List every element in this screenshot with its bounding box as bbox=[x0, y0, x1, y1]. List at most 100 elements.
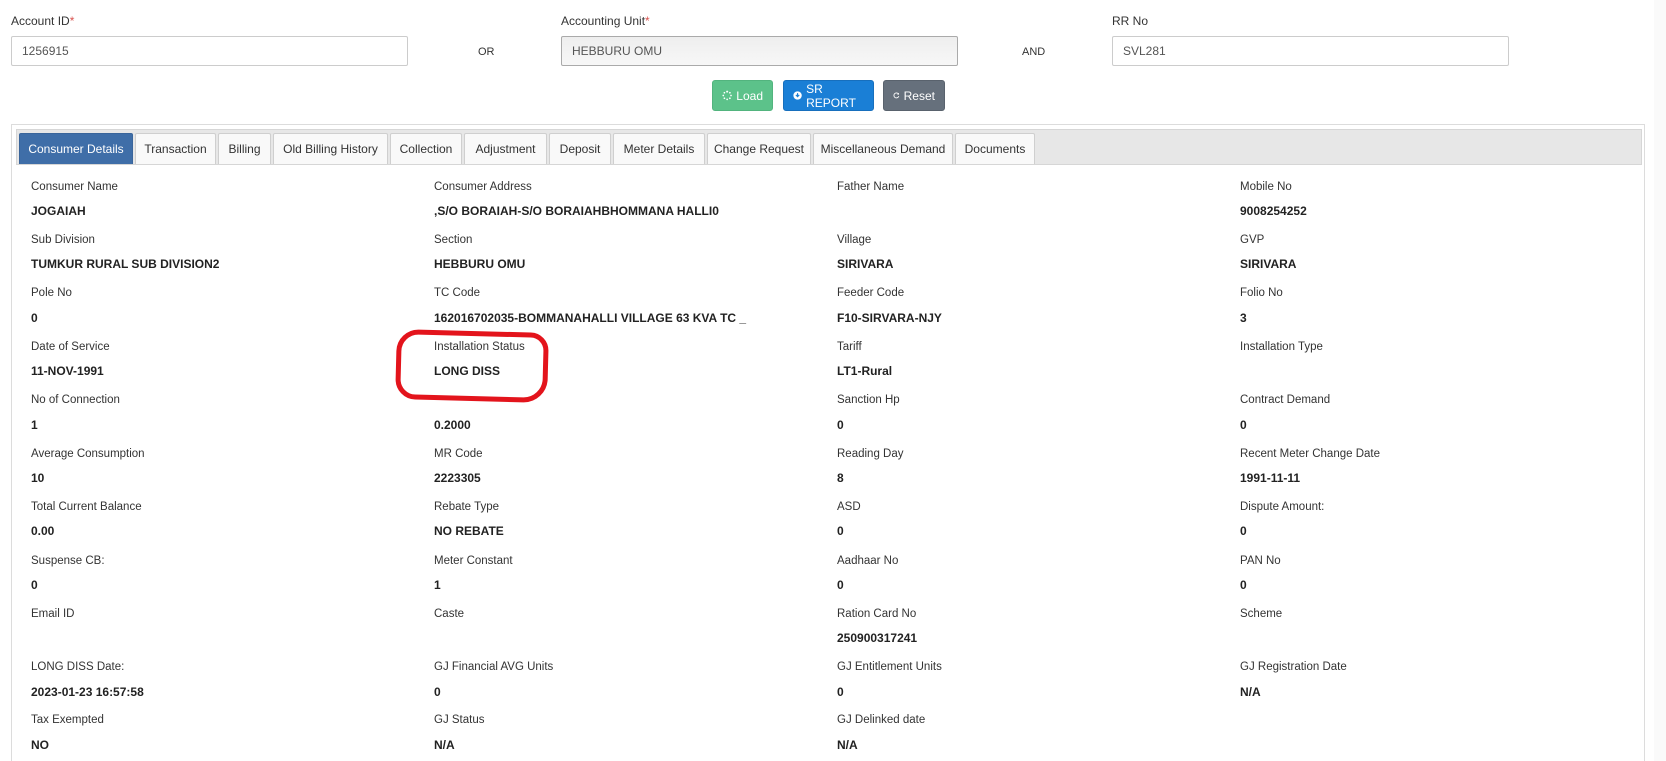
mr-code-value: 2223305 bbox=[434, 471, 481, 485]
tab-transaction[interactable]: Transaction bbox=[135, 133, 216, 164]
gvp-label: GVP bbox=[1240, 234, 1265, 246]
sr-report-label: SR REPORT bbox=[806, 81, 856, 110]
gj-entitlement-units-label: GJ Entitlement Units bbox=[837, 661, 942, 673]
reset-label: Reset bbox=[903, 88, 935, 103]
average-consumption-label: Average Consumption bbox=[31, 448, 145, 460]
aadhaar-no-value: 0 bbox=[837, 578, 844, 592]
reset-button[interactable]: Reset bbox=[883, 80, 945, 111]
pan-no-label: PAN No bbox=[1240, 555, 1281, 567]
no-of-connection-label: No of Connection bbox=[31, 394, 120, 406]
consumer-name-label: Consumer Name bbox=[31, 181, 118, 193]
village-label: Village bbox=[837, 234, 872, 246]
consumer-address-label: Consumer Address bbox=[434, 181, 532, 193]
gj-registration-date-label: GJ Registration Date bbox=[1240, 661, 1347, 673]
gj-status-value: N/A bbox=[434, 738, 455, 752]
refresh-icon bbox=[893, 92, 900, 99]
feeder-code-label: Feeder Code bbox=[837, 287, 905, 299]
gj-financial-avg-units-value: 0 bbox=[434, 685, 441, 699]
scrollbar-track[interactable] bbox=[1654, 0, 1666, 761]
long-diss-date-label: LONG DISS Date: bbox=[31, 661, 125, 673]
father-name-label: Father Name bbox=[837, 181, 905, 193]
tab-meter-details[interactable]: Meter Details bbox=[613, 133, 705, 164]
folio-no-value: 3 bbox=[1240, 311, 1247, 325]
ration-card-no-label: Ration Card No bbox=[837, 608, 917, 620]
gj-status-label: GJ Status bbox=[434, 714, 485, 726]
tab-consumer-details[interactable]: Consumer Details bbox=[19, 133, 133, 164]
spinner-icon bbox=[722, 90, 732, 101]
sr-report-button[interactable]: SR REPORT bbox=[783, 80, 874, 111]
suspense-cb-label: Suspense CB: bbox=[31, 555, 105, 567]
section-label: Section bbox=[434, 234, 473, 246]
rebate-type-label: Rebate Type bbox=[434, 501, 500, 513]
sanction-kw-value: 0.2000 bbox=[434, 418, 471, 432]
gvp-value: SIRIVARA bbox=[1240, 257, 1297, 271]
tax-exempted-value: NO bbox=[31, 738, 49, 752]
gj-entitlement-units-value: 0 bbox=[837, 685, 844, 699]
gj-delinked-date-value: N/A bbox=[837, 738, 858, 752]
consumer-name-value: JOGAIAH bbox=[31, 204, 86, 218]
reading-day-label: Reading Day bbox=[837, 448, 904, 460]
tariff-label: Tariff bbox=[837, 341, 862, 353]
tab-collection[interactable]: Collection bbox=[390, 133, 462, 164]
suspense-cb-value: 0 bbox=[31, 578, 38, 592]
date-of-service-value: 11-NOV-1991 bbox=[31, 364, 104, 378]
dispute-amount-label: Dispute Amount: bbox=[1240, 501, 1325, 513]
rr-no-input[interactable]: SVL281 bbox=[1112, 36, 1509, 66]
contract-demand-value: 0 bbox=[1240, 418, 1247, 432]
mobile-no-value: 9008254252 bbox=[1240, 204, 1307, 218]
tc-code-label: TC Code bbox=[434, 287, 481, 299]
reading-day-value: 8 bbox=[837, 471, 844, 485]
email-id-label: Email ID bbox=[31, 608, 75, 620]
accounting-unit-select[interactable]: HEBBURU OMU bbox=[561, 36, 958, 66]
contract-demand-label: Contract Demand bbox=[1240, 394, 1331, 406]
gj-registration-date-value: N/A bbox=[1240, 685, 1261, 699]
aadhaar-no-label: Aadhaar No bbox=[837, 555, 899, 567]
tab-old-billing-history[interactable]: Old Billing History bbox=[273, 133, 388, 164]
dispute-amount-value: 0 bbox=[1240, 524, 1247, 538]
tab-change-request[interactable]: Change Request bbox=[707, 133, 811, 164]
total-current-balance-value: 0.00 bbox=[31, 524, 55, 538]
sub-division-value: TUMKUR RURAL SUB DIVISION2 bbox=[31, 257, 220, 271]
mr-code-label: MR Code bbox=[434, 448, 483, 460]
recent-meter-change-date-label: Recent Meter Change Date bbox=[1240, 448, 1380, 460]
date-of-service-label: Date of Service bbox=[31, 341, 110, 353]
recent-meter-change-date-value: 1991-11-11 bbox=[1240, 471, 1301, 485]
average-consumption-value: 10 bbox=[31, 471, 45, 485]
tab-billing[interactable]: Billing bbox=[218, 133, 271, 164]
tab-deposit[interactable]: Deposit bbox=[549, 133, 611, 164]
accounting-unit-label: Accounting Unit* bbox=[561, 14, 650, 28]
installation-status-label: Installation Status bbox=[434, 341, 525, 353]
scheme-label: Scheme bbox=[1240, 608, 1283, 620]
gj-delinked-date-label: GJ Delinked date bbox=[837, 714, 926, 726]
mobile-no-label: Mobile No bbox=[1240, 181, 1292, 193]
load-button[interactable]: Load bbox=[712, 80, 773, 111]
village-value: SIRIVARA bbox=[837, 257, 894, 271]
consumer-panel: Consumer Details Transaction Billing Old… bbox=[11, 124, 1645, 761]
asd-label: ASD bbox=[837, 501, 861, 513]
installation-status-value: LONG DISS bbox=[434, 364, 501, 378]
caste-label: Caste bbox=[434, 608, 465, 620]
tc-code-value: 162016702035-BOMMANAHALLI VILLAGE 63 KVA… bbox=[434, 311, 747, 325]
account-id-input[interactable]: 1256915 bbox=[11, 36, 408, 66]
tab-bar: Consumer Details Transaction Billing Old… bbox=[16, 129, 1642, 165]
no-of-connection-value: 1 bbox=[31, 418, 38, 432]
asd-value: 0 bbox=[837, 524, 844, 538]
or-label: OR bbox=[478, 46, 495, 58]
rr-no-label: RR No bbox=[1112, 14, 1149, 28]
long-diss-date-value: 2023-01-23 16:57:58 bbox=[31, 685, 144, 699]
tax-exempted-label: Tax Exempted bbox=[31, 714, 104, 726]
tab-miscellaneous-demand[interactable]: Miscellaneous Demand bbox=[813, 133, 953, 164]
installation-type-label: Installation Type bbox=[1240, 341, 1323, 353]
tab-adjustment[interactable]: Adjustment bbox=[464, 133, 547, 164]
and-label: AND bbox=[1022, 46, 1046, 58]
consumer-address-value: ,S/O BORAIAH-S/O BORAIAHBHOMMANA HALLI0 bbox=[434, 204, 719, 218]
tab-documents[interactable]: Documents bbox=[955, 133, 1035, 164]
tariff-value: LT1-Rural bbox=[837, 364, 893, 378]
pan-no-value: 0 bbox=[1240, 578, 1247, 592]
gj-financial-avg-units-label: GJ Financial AVG Units bbox=[434, 661, 554, 673]
account-id-label: Account ID* bbox=[11, 14, 75, 28]
meter-constant-label: Meter Constant bbox=[434, 555, 513, 567]
folio-no-label: Folio No bbox=[1240, 287, 1283, 299]
total-current-balance-label: Total Current Balance bbox=[31, 501, 142, 513]
meter-constant-value: 1 bbox=[434, 578, 441, 592]
